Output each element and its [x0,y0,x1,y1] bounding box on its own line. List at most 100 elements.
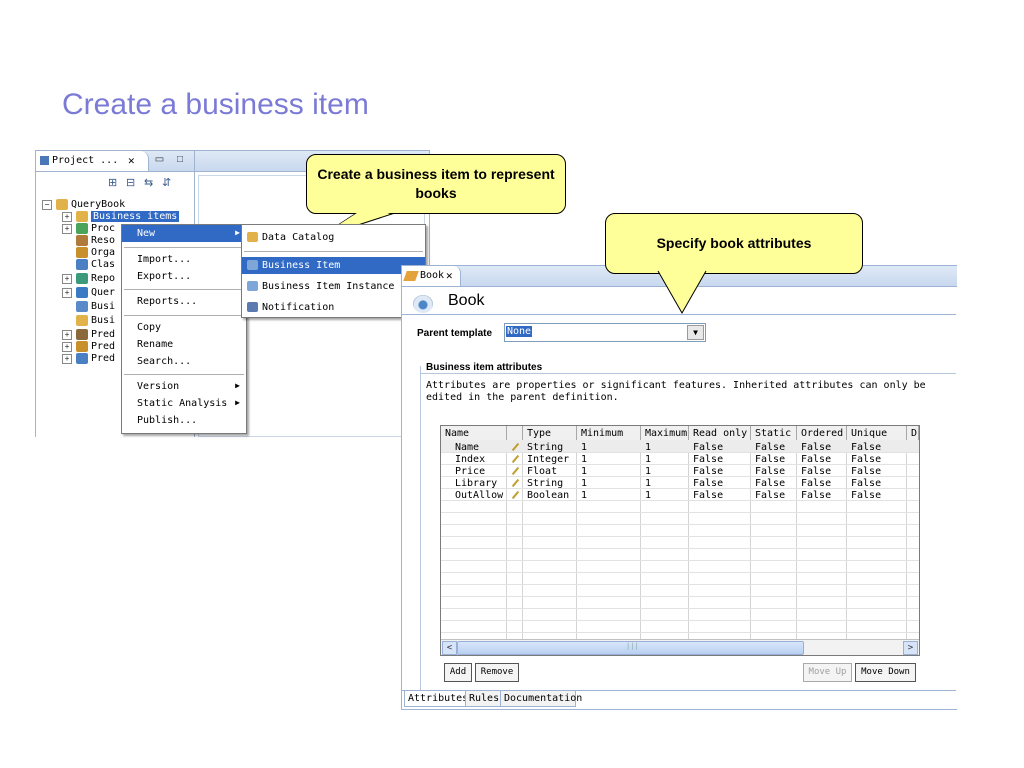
context-menu-item[interactable]: Search... [122,353,246,370]
row-gridline [441,536,919,537]
attributes-table: < ||| > Name Type Minimum Maximum Read only S… [440,425,920,656]
close-icon[interactable]: ✕ [446,269,453,282]
context-menu-item[interactable]: Reports... [122,293,246,310]
table-cell: False [693,490,724,501]
pencil-icon[interactable] [511,454,520,464]
editor-bottom-tab[interactable]: Rules [465,691,501,707]
parent-template-select[interactable]: None ▼ [504,323,706,342]
scroll-left-icon[interactable]: < [442,641,457,655]
table-column-header[interactable]: Name [441,426,507,441]
context-menu-item[interactable]: Rename [122,336,246,353]
scroll-right-icon[interactable]: > [903,641,918,655]
expand-all-icon[interactable]: ⊞ [108,176,117,189]
folder-icon [76,301,88,312]
tree-expander-icon[interactable]: + [62,224,72,234]
submenu-item[interactable]: Business Item Instance [242,278,425,295]
context-menu-item[interactable]: Import... [122,251,246,268]
add-button[interactable]: Add [444,663,472,682]
minimize-maximize-icons[interactable]: ▭ □ [155,154,188,165]
table-cell: False [755,490,786,501]
pencil-icon[interactable] [511,466,520,476]
table-cell[interactable]: OutAllow [455,490,503,501]
context-menu-item[interactable]: New ▶ [122,225,246,242]
scroll-thumb[interactable]: ||| [457,641,804,655]
tree-expander-icon[interactable]: + [62,212,72,222]
move-up-button[interactable]: Move Up [803,663,852,682]
row-gridline [441,584,919,585]
table-row[interactable]: Price Float 1 1 False False False False [441,464,919,477]
tree-expander-icon[interactable]: + [62,288,72,298]
tree-item-label: Clas [91,259,116,270]
editor-bottom-tab[interactable]: Documentation [500,691,582,707]
submenu-item[interactable]: Data Catalog [242,229,425,246]
slide-title: Create a business item [62,88,369,121]
tree-expander-icon[interactable]: − [42,200,52,210]
chevron-down-icon[interactable]: ▼ [687,325,704,340]
folder-icon [76,211,88,222]
table-row[interactable]: Name String 1 1 False False False False [441,440,919,453]
pencil-icon[interactable] [511,478,520,488]
menu-item-label: New [137,228,156,239]
tree-expander-icon[interactable]: + [62,342,72,352]
table-column-header[interactable]: Read only [689,426,751,441]
explorer-tab[interactable]: Project ... ✕ [36,151,149,171]
row-gridline [441,596,919,597]
tree-item-label: Busi [91,315,116,326]
menu-item-label: Import... [137,254,192,265]
column-header-label: Ordered [801,428,844,439]
table-row[interactable]: Index Integer 1 1 False False False False [441,452,919,465]
menu-item-label: Export... [137,271,192,282]
table-column-header[interactable]: Maximum [641,426,689,441]
close-icon[interactable]: ✕ [128,154,135,167]
table-column-header[interactable]: Type [523,426,577,441]
tree-item-label: Reso [91,235,116,246]
editor-bottom-tab[interactable]: Attributes [404,691,468,707]
submenu-item[interactable]: Notification [242,299,425,316]
remove-button[interactable]: Remove [475,663,519,682]
tree-expander-icon[interactable]: + [62,274,72,284]
business-item-icon [247,232,258,242]
context-menu-item[interactable]: Export... [122,268,246,285]
column-header-label: Static [755,428,792,439]
tree-item[interactable]: + Business items [36,211,194,223]
link-editor-icon[interactable]: ⇆ [144,176,153,189]
collapse-all-icon[interactable]: ⊟ [126,176,135,189]
table-column-header[interactable]: Unique [847,426,907,441]
column-header-label: Maximum [645,428,688,439]
row-gridline [441,608,919,609]
column-header-label: Type [527,428,552,439]
row-gridline [441,620,919,621]
context-menu-item[interactable]: Version ▶ [122,378,246,395]
column-header-label: Read only [693,428,748,439]
tree-expander-icon[interactable]: + [62,330,72,340]
context-menu-item[interactable]: Publish... [122,412,246,429]
table-column-header[interactable]: Ordered [797,426,847,441]
parent-template-value: None [506,326,533,337]
submenu-arrow-icon: ▶ [235,398,240,407]
table-column-header[interactable]: Minimum [577,426,641,441]
row-gridline [441,524,919,525]
table-column-header[interactable] [507,426,523,441]
submenu-item[interactable]: Business Item [242,257,425,274]
pencil-icon[interactable] [511,490,520,500]
table-row[interactable]: OutAllow Boolean 1 1 False False False False [441,488,919,501]
explorer-toolbar: ⊞ ⊟ ⇆ ⇵ [36,172,194,194]
tree-item-label: Pred [91,329,116,340]
table-row[interactable]: Library String 1 1 False False False False [441,476,919,489]
business-item-icon [403,271,419,281]
tree-item-label: Business items [91,211,180,222]
folder-icon [76,235,88,246]
context-menu-item[interactable]: Static Analysis ▶ [122,395,246,412]
horizontal-scrollbar[interactable]: < ||| > [441,639,919,655]
context-menu-item[interactable]: Copy [122,319,246,336]
tree-expander-icon[interactable]: + [62,354,72,364]
book-editor-tab[interactable]: Book ✕ [402,266,461,286]
tree-item[interactable]: − QueryBook [36,199,194,211]
move-down-button[interactable]: Move Down [855,663,916,682]
table-column-header[interactable]: D [907,426,919,441]
pencil-icon[interactable] [511,442,520,452]
tree-item-label: Quer [91,287,116,298]
table-column-header[interactable]: Static [751,426,797,441]
tree-item-label: Pred [91,341,116,352]
filter-icon[interactable]: ⇵ [162,176,171,189]
